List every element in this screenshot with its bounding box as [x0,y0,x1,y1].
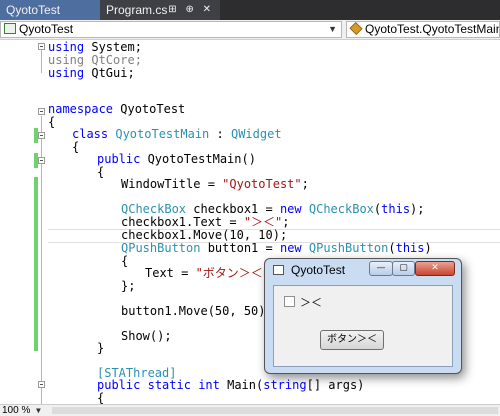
collapse-icon[interactable] [38,43,45,50]
project-dropdown[interactable]: QyotoTest ▼ [0,21,342,38]
fold-guide [41,49,42,73]
code-line-5: namespace QyotoTest [48,102,186,116]
code-line-7: class QyotoTestMain : QWidget [72,127,282,141]
maximize-button[interactable]: ▢ [392,261,415,276]
document-tab-bar: QyotoTest Program.cs ⊞ ⊕ ✕ [0,0,500,20]
code-line-23: Show(); [121,329,172,343]
maximize-icon: ▢ [399,263,408,273]
minimize-icon: — [376,263,386,273]
code-line-19: }; [121,279,136,293]
navigation-bar: QyotoTest ▼ QyotoTest.QyotoTestMain [0,20,500,40]
code-line-6: { [48,115,56,129]
window-titlebar[interactable]: QyotoTest — ▢ ✕ [265,259,461,283]
code-line-21: button1.Move(50, 50); [121,304,273,318]
code-line-17: { [121,254,129,268]
code-line-27: public static int Main(string[] args) [97,378,365,392]
zoom-level[interactable]: 100 % [2,405,30,416]
horizontal-scrollbar[interactable] [52,407,498,414]
code-line-10: { [97,165,105,179]
checkbox1[interactable] [284,296,295,307]
code-line-16: QPushButton button1 = new QPushButton(th… [121,241,432,255]
code-line-11: WindowTitle = "QyotoTest"; [121,177,309,191]
minimize-button[interactable]: — [369,261,393,276]
checkbox1-label[interactable]: ＞＜ [300,294,322,310]
window-client-area: ＞＜ ボタン＞＜ [273,285,453,367]
tab-program-cs[interactable]: Program.cs ⊞ ⊕ ✕ [100,0,220,20]
change-marker [34,177,38,351]
qyototest-window[interactable]: QyotoTest — ▢ ✕ ＞＜ ボタン＞＜ [264,258,462,374]
close-button[interactable]: ✕ [415,261,455,276]
chevron-down-icon: ▼ [328,24,337,34]
code-line-3: using QtGui; [48,66,135,80]
chevron-down-icon[interactable]: ▼ [36,406,41,415]
close-icon: ✕ [431,263,439,273]
class-icon [349,22,363,36]
button1[interactable]: ボタン＞＜ [320,330,384,350]
window-app-icon [273,265,284,275]
tab-label: Program.cs [106,3,168,17]
collapse-icon[interactable] [38,108,45,115]
csharp-project-icon [4,23,16,34]
code-line-24: } [97,341,105,355]
collapse-icon[interactable] [38,381,45,388]
tab-pin-close-icons[interactable]: ⊞ ⊕ ✕ [168,0,214,20]
type-dropdown[interactable]: QyotoTest.QyotoTestMain [346,21,500,38]
tab-label: QyotoTest [6,3,61,17]
tab-qyototest[interactable]: QyotoTest [0,0,100,20]
collapse-icon[interactable] [38,157,45,164]
code-line-18: Text = "ボタン＞＜" [145,266,271,280]
window-title: QyotoTest [291,263,346,277]
collapse-icon[interactable] [38,132,45,139]
editor-status-bar: 100 % ▼ [0,404,500,416]
type-dropdown-value: QyotoTest.QyotoTestMain [365,22,500,36]
project-dropdown-value: QyotoTest [19,22,74,36]
code-line-9: public QyotoTestMain() [97,152,256,166]
code-line-8: { [72,140,80,154]
